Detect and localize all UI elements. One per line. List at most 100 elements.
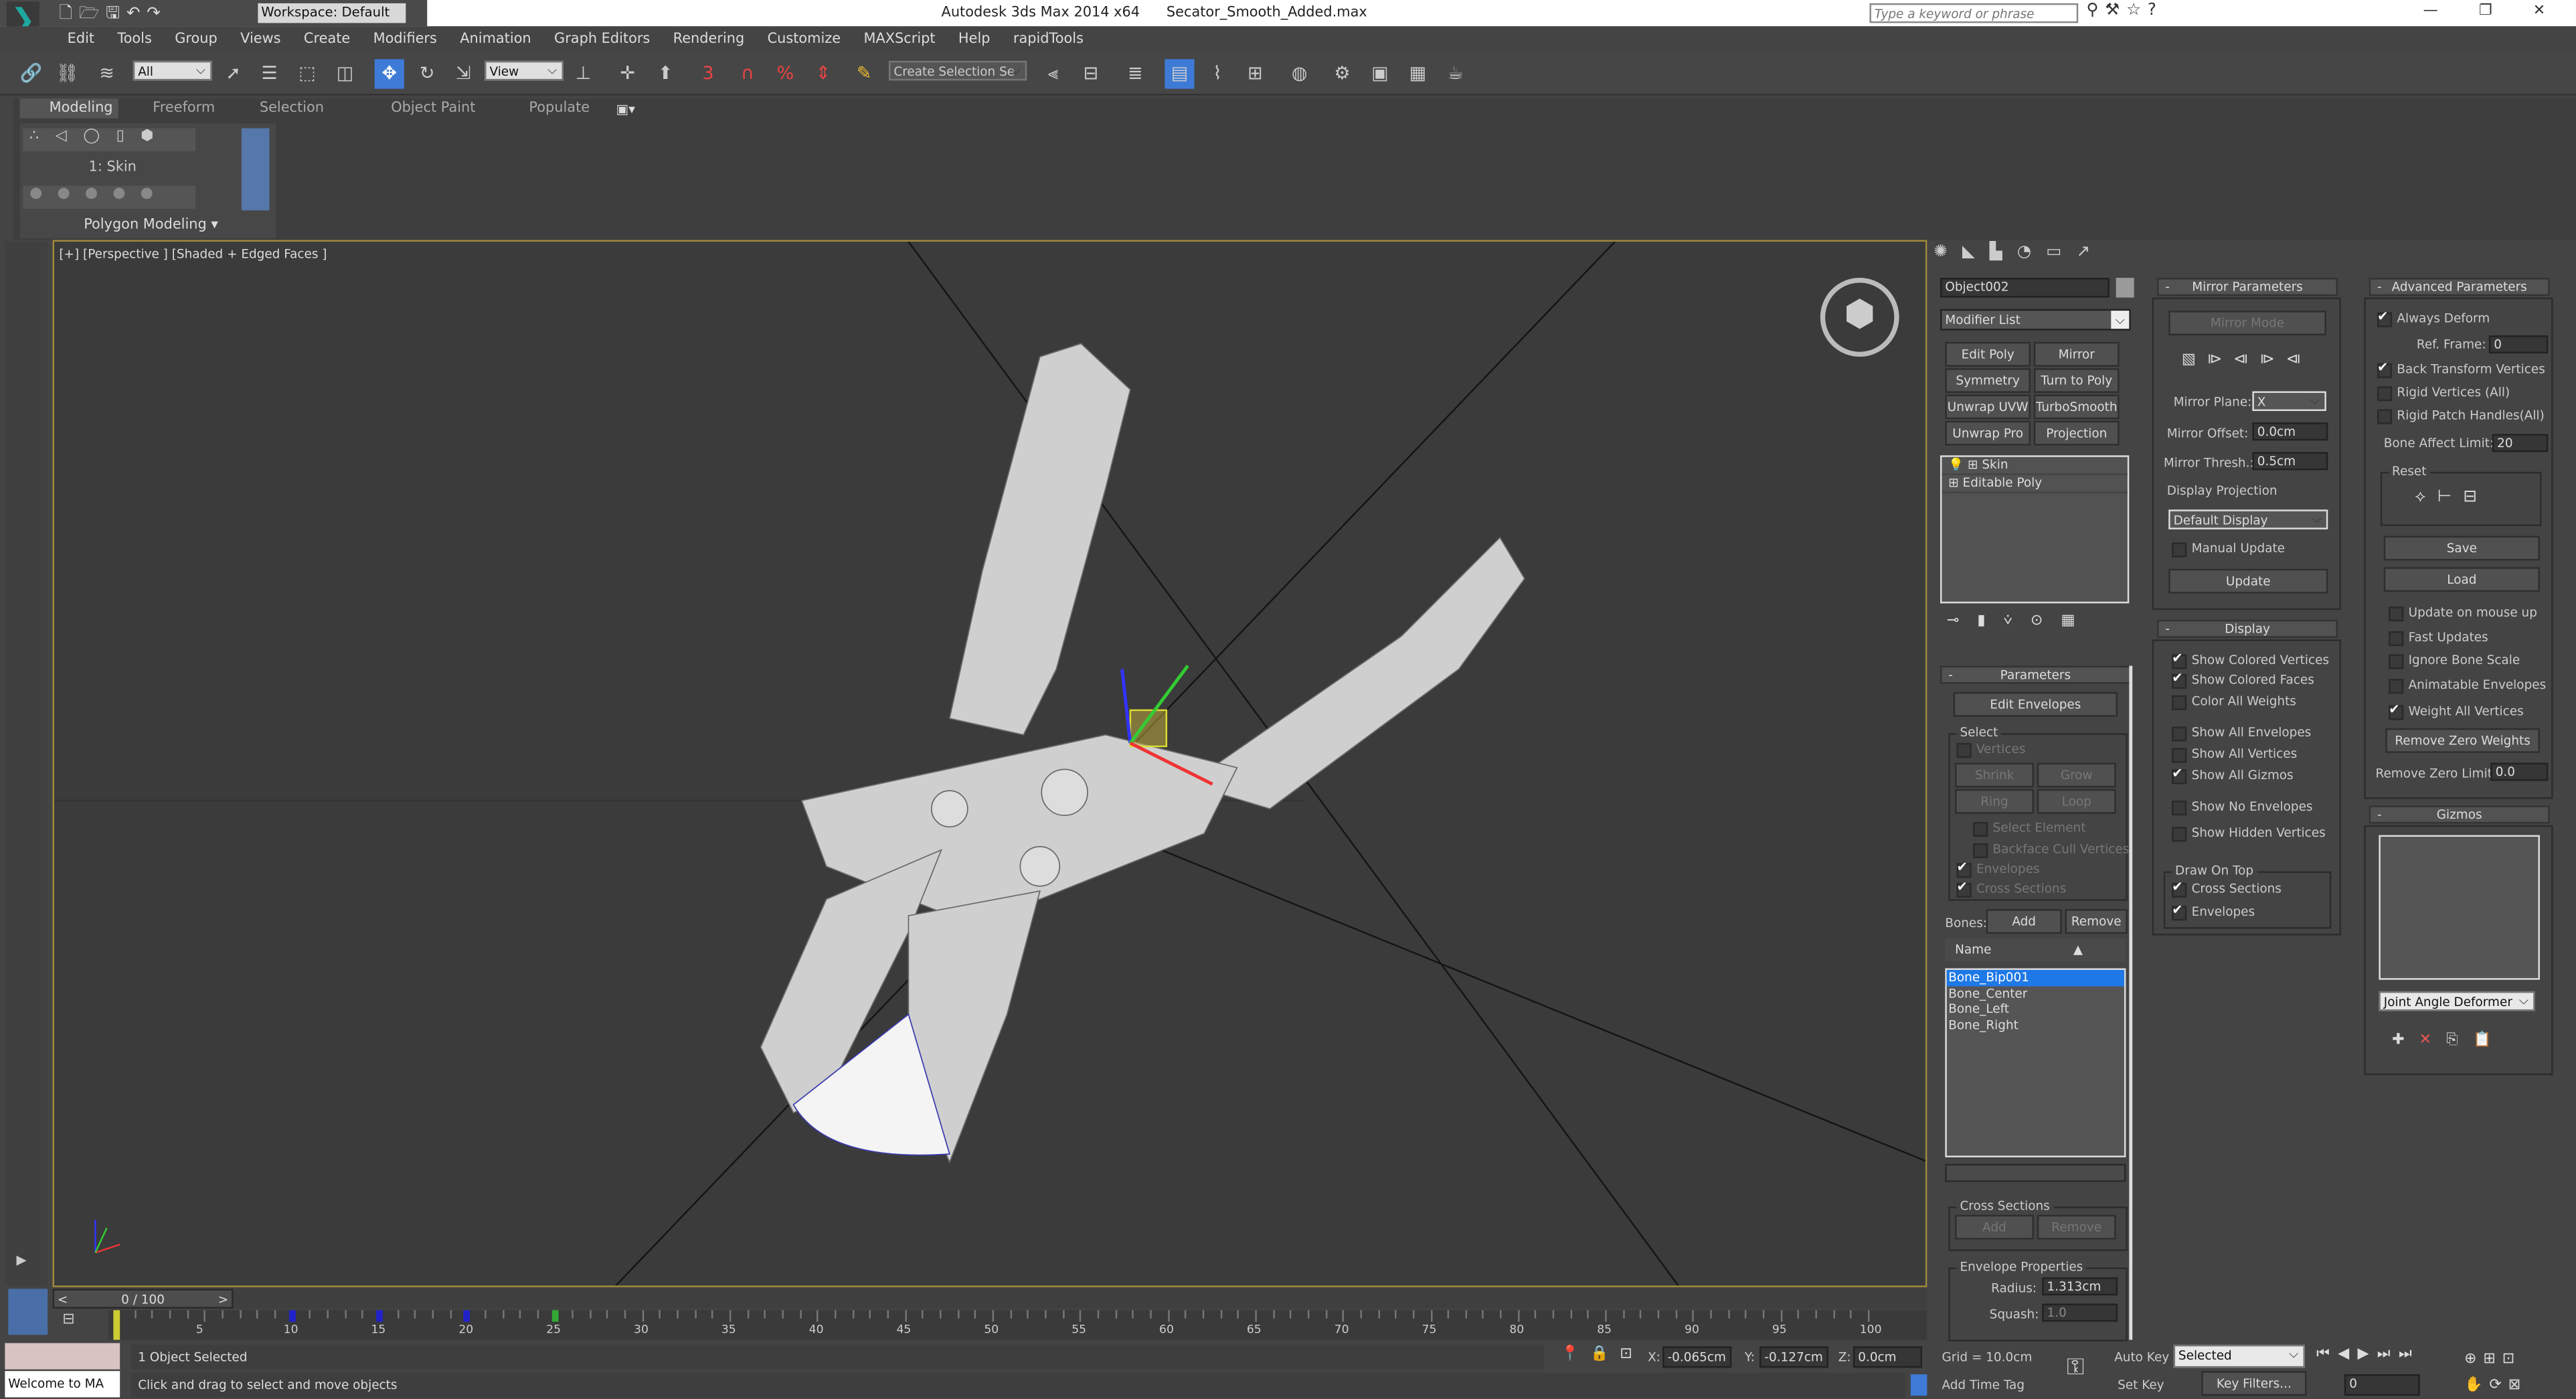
select-element-checkbox[interactable]: Select Element (1973, 820, 2085, 837)
envelopes-checkbox[interactable]: Envelopes (1956, 859, 2040, 878)
selection-filter-dropdown[interactable]: All (133, 60, 212, 81)
paste-gizmo-icon[interactable]: 📋 (2473, 1032, 2506, 1049)
cross-sections-checkbox[interactable]: Cross Sections (1956, 880, 2066, 898)
save-button[interactable]: Save (2383, 536, 2540, 561)
window-crossing-icon[interactable]: ◫ (330, 59, 359, 88)
modifier-tool-icons[interactable]: ●●●●● (23, 185, 196, 209)
pivot-icon[interactable]: ⊥ (568, 59, 598, 88)
display-checkbox-show-hidden-vertices[interactable]: Show Hidden Vertices (2172, 825, 2326, 842)
display-checkbox-color-all-weights[interactable]: Color All Weights (2172, 693, 2296, 710)
bone-list-item[interactable]: Bone_Left (1947, 1001, 2124, 1017)
menu-help[interactable]: Help (958, 31, 991, 48)
bone-list-item[interactable]: Bone_Center (1947, 985, 2124, 1001)
loop-button[interactable]: Loop (2037, 789, 2116, 814)
scene-explorer-icon[interactable]: ▤ (1165, 59, 1195, 89)
auto-key-button[interactable]: Auto Key (2114, 1349, 2169, 1364)
maxscript-output[interactable]: Welcome to MA (5, 1371, 120, 1398)
mirror-plane-dropdown[interactable]: X (2252, 391, 2326, 411)
advanced-parameters-header[interactable]: - Advanced Parameters (2369, 278, 2550, 297)
tab-freeform[interactable]: Freeform (143, 98, 225, 118)
object-color-swatch[interactable] (2116, 278, 2134, 298)
mirror-paste-icons[interactable]: ▧⧐⧏⧐⧏ (2182, 352, 2312, 369)
menu-graph-editors[interactable]: Graph Editors (554, 31, 650, 48)
rendered-frame-icon[interactable]: ▣ (1365, 59, 1395, 88)
ribbon-tab-menu-icon[interactable]: ▣▾ (616, 102, 635, 116)
dot-cross-sections-checkbox[interactable]: Cross Sections (2172, 880, 2282, 898)
scale-icon[interactable]: ⇲ (448, 59, 478, 88)
window-controls[interactable]: — ❐ ✕ (2423, 3, 2546, 20)
sort-ascending-icon[interactable]: ▲ (2073, 938, 2083, 961)
subobject-icons[interactable]: ∴◁◯▯⬢ (23, 128, 196, 151)
render-setup-icon[interactable]: ⚙ (1327, 59, 1357, 88)
bones-name-header[interactable]: Name ▲ (1945, 938, 2126, 962)
animation-key[interactable] (375, 1310, 383, 1322)
snaps-toggle-icon[interactable]: 3 (693, 59, 723, 88)
modifier-button-symmetry[interactable]: Symmetry (1945, 368, 2031, 393)
option-checkbox-update-on-mouse-up[interactable]: Update on mouse up (2389, 605, 2537, 622)
ring-button[interactable]: Ring (1955, 789, 2034, 814)
bones-list[interactable]: Bone_Bip001 Bone_Center Bone_Left Bone_Righ… (1945, 968, 2126, 1157)
load-button[interactable]: Load (2383, 567, 2540, 592)
expand-layout-icon[interactable]: ▶ (17, 1252, 27, 1267)
bind-spacewarp-icon[interactable]: ≋ (92, 59, 121, 88)
bone-list-item[interactable]: Bone_Bip001 (1946, 969, 2124, 986)
reset-icons[interactable]: ⟡⊢⊟ (2415, 488, 2488, 506)
viewport-navigation-icons[interactable]: ⊕⊞⊡ ✋⟳⊠ (2464, 1346, 2573, 1399)
dot-envelopes-checkbox[interactable]: Envelopes (2172, 902, 2255, 921)
menu-group[interactable]: Group (175, 31, 218, 48)
command-panel-tabs[interactable]: ✺◣▙◔▭↗ (1934, 243, 2137, 269)
add-time-tag[interactable]: Add Time Tag (1942, 1378, 2025, 1392)
gizmo-type-dropdown[interactable]: Joint Angle Deformer (2379, 991, 2535, 1011)
modifier-button-turn-to-poly[interactable]: Turn to Poly (2033, 368, 2120, 393)
grow-button[interactable]: Grow (2037, 762, 2116, 788)
edit-named-selection-icon[interactable]: ✎ (849, 59, 879, 88)
absolute-mode-icon[interactable]: ⊡ (1620, 1346, 1632, 1363)
manual-update-checkbox[interactable]: Manual Update (2172, 541, 2285, 558)
display-checkbox-show-all-vertices[interactable]: Show All Vertices (2172, 746, 2297, 763)
animation-key[interactable] (288, 1310, 295, 1322)
modifier-button-edit-poly[interactable]: Edit Poly (1945, 341, 2031, 367)
shrink-button[interactable]: Shrink (1955, 762, 2034, 788)
viewport-perspective[interactable]: [+] [Perspective ] [Shaded + Edged Faces… (52, 240, 1927, 1287)
tab-selection[interactable]: Selection (250, 98, 334, 118)
track-bar[interactable]: 5 10 15 20 25 30 35 40 45 50 55 60 65 70 75 80 85 90 95 100 (108, 1310, 1927, 1340)
isolate-icon[interactable]: 📍 (1561, 1346, 1579, 1363)
edit-envelopes-button[interactable]: Edit Envelopes (1953, 691, 2118, 717)
gizmos-list[interactable] (2379, 835, 2540, 980)
menu-views[interactable]: Views (240, 31, 280, 48)
remove-zero-limit-spinner[interactable]: 0.0 (2490, 762, 2549, 781)
stack-item-editable-poly[interactable]: ⊞ Editable Poly (1942, 475, 2128, 493)
bone-list-item[interactable]: Bone_Right (1947, 1017, 2124, 1032)
parameters-rollout-header[interactable]: - Parameters (1940, 665, 2131, 684)
back-transform-checkbox[interactable]: Back Transform Vertices (2377, 360, 2545, 378)
animation-key[interactable] (463, 1310, 470, 1322)
tab-populate[interactable]: Populate (519, 98, 600, 118)
tab-object-paint[interactable]: Object Paint (381, 98, 485, 118)
percent-snap-icon[interactable]: % (770, 59, 800, 88)
time-tag-icon[interactable] (1910, 1374, 1927, 1396)
selection-lock-icon[interactable]: 🔒 (1590, 1346, 1609, 1363)
key-filters-button[interactable]: Key Filters... (2201, 1371, 2307, 1396)
rotate-icon[interactable]: ↻ (412, 59, 442, 88)
rectangular-selection-icon[interactable]: ⬚ (292, 59, 322, 88)
delete-gizmo-icon[interactable]: ✕ (2419, 1032, 2447, 1049)
help-icons[interactable]: ⚲⚒☆? (2086, 1, 2162, 19)
menu-customize[interactable]: Customize (768, 31, 841, 48)
mirror-icon[interactable]: ⫷ (1038, 59, 1067, 88)
modifier-button-unwrap-pro[interactable]: Unwrap Pro (1945, 420, 2031, 446)
keyboard-shortcut-icon[interactable]: ⬆ (651, 59, 680, 88)
quick-access-icons[interactable]: 🗋🗁🖫↶↷ (59, 1, 167, 29)
curve-editor-icon[interactable]: ⌇ (1203, 59, 1232, 88)
mirror-offset-spinner[interactable]: 0.0cm (2252, 422, 2328, 441)
time-slider[interactable]: <0 / 100 > (52, 1289, 234, 1309)
close-button[interactable]: ✕ (2533, 3, 2546, 20)
render-icon[interactable]: ▦ (1403, 59, 1432, 88)
maximize-button[interactable]: ❐ (2479, 3, 2492, 20)
current-frame-marker[interactable] (113, 1310, 120, 1340)
display-checkbox-show-all-gizmos[interactable]: Show All Gizmos (2172, 766, 2294, 785)
modifier-button-unwrap-uvw[interactable]: Unwrap UVW (1945, 394, 2031, 420)
add-gizmo-icon[interactable]: ✚ (2392, 1032, 2419, 1049)
remove-zero-weights-button[interactable]: Remove Zero Weights (2385, 728, 2540, 753)
current-frame-field[interactable]: 0 (2344, 1374, 2420, 1396)
bone-affect-limit-spinner[interactable]: 20 (2492, 434, 2549, 452)
